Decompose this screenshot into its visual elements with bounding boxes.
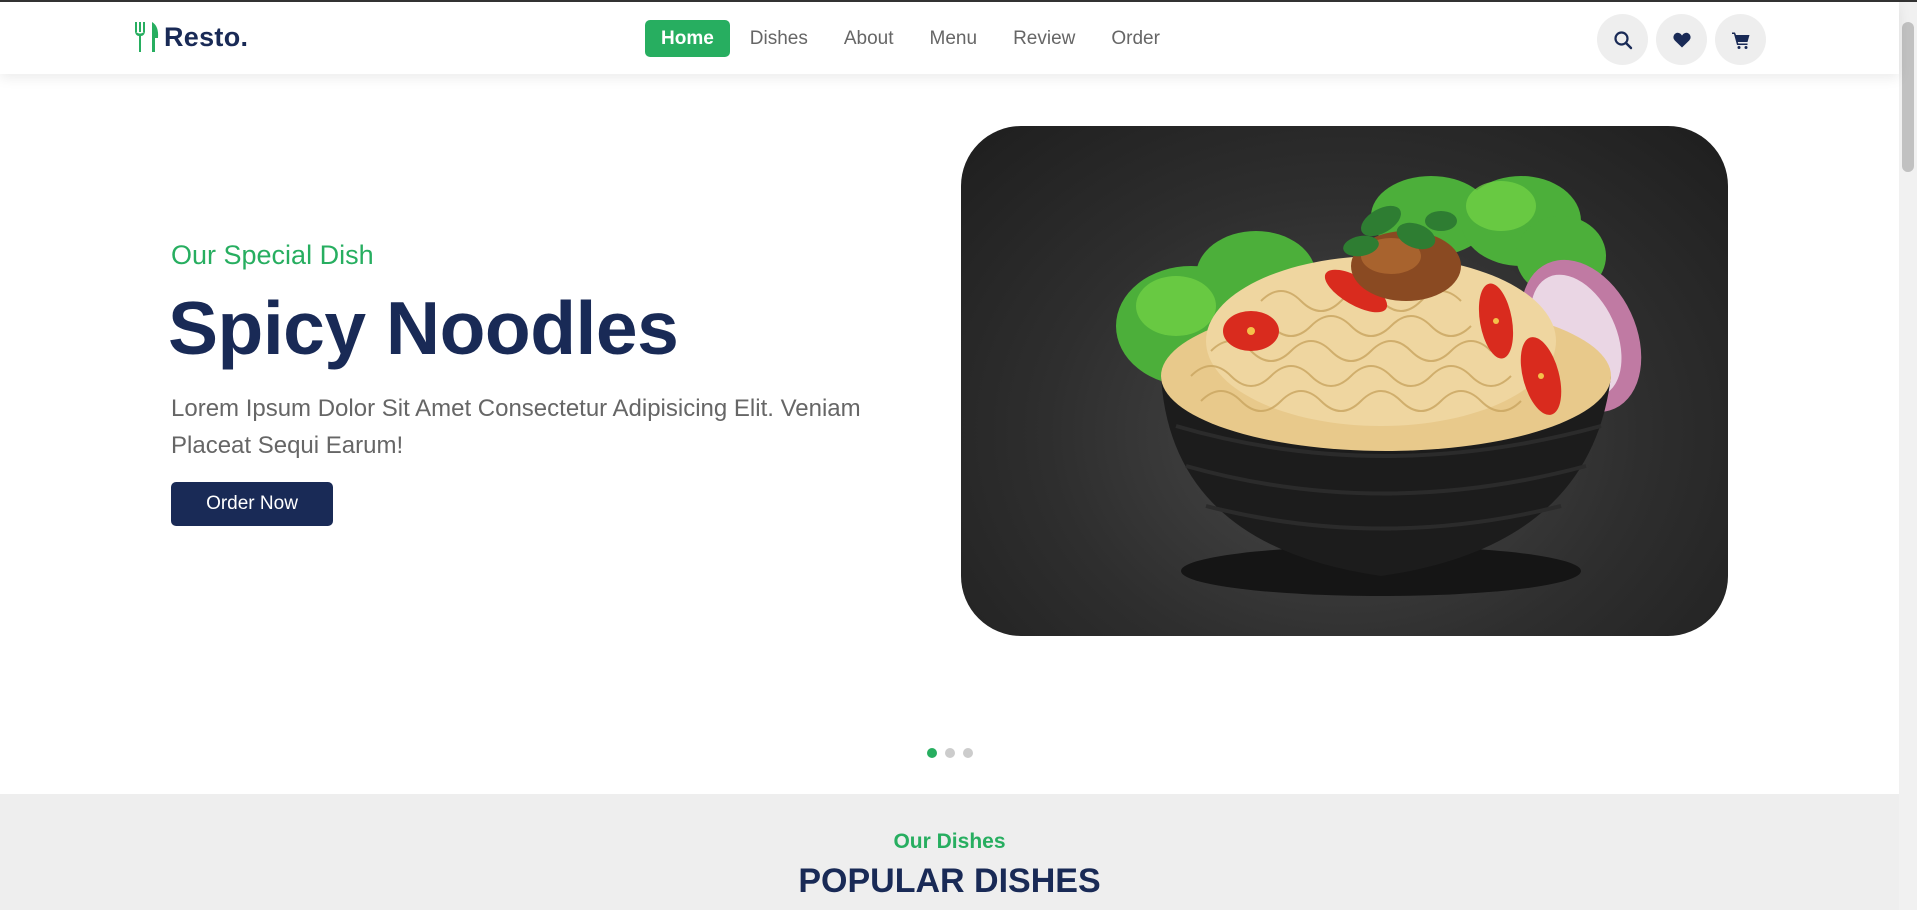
dishes-subtitle: Our Dishes xyxy=(893,830,1006,853)
slider-pagination xyxy=(927,748,981,758)
logo[interactable]: Resto. xyxy=(132,20,248,54)
scrollbar-thumb[interactable] xyxy=(1902,22,1914,172)
nav-dishes[interactable]: Dishes xyxy=(734,20,824,57)
search-icon xyxy=(1613,30,1632,49)
order-now-button[interactable]: Order Now xyxy=(171,482,333,526)
header-actions xyxy=(1597,14,1774,65)
wishlist-button[interactable] xyxy=(1656,14,1707,65)
search-button[interactable] xyxy=(1597,14,1648,65)
cart-icon xyxy=(1731,32,1749,49)
site-header: Resto. Home Dishes About Menu Review Ord… xyxy=(0,2,1899,74)
slider-dot-3[interactable] xyxy=(963,748,973,758)
dishes-section: Our Dishes POPULAR DISHES xyxy=(0,794,1899,910)
hero-description: Lorem Ipsum Dolor Sit Amet Consectetur A… xyxy=(171,395,861,459)
utensils-icon xyxy=(132,20,162,54)
dishes-title: POPULAR DISHES xyxy=(798,862,1101,900)
page-scrollbar[interactable] xyxy=(1899,2,1917,910)
nav-home[interactable]: Home xyxy=(645,20,730,57)
nav-review[interactable]: Review xyxy=(997,20,1091,57)
cart-button[interactable] xyxy=(1715,14,1766,65)
nav-about[interactable]: About xyxy=(828,20,910,57)
nav-order[interactable]: Order xyxy=(1095,20,1176,57)
hero-subtitle: Our Special Dish xyxy=(171,240,374,270)
logo-text: Resto. xyxy=(164,21,249,52)
slider-dot-1[interactable] xyxy=(927,748,937,758)
heart-icon xyxy=(1672,32,1691,47)
hero-title: Spicy Noodles xyxy=(168,286,679,370)
hero-dish-image xyxy=(961,126,1728,636)
nav-menu[interactable]: Menu xyxy=(914,20,994,57)
main-nav: Home Dishes About Menu Review Order xyxy=(645,20,1180,57)
slider-dot-2[interactable] xyxy=(945,748,955,758)
